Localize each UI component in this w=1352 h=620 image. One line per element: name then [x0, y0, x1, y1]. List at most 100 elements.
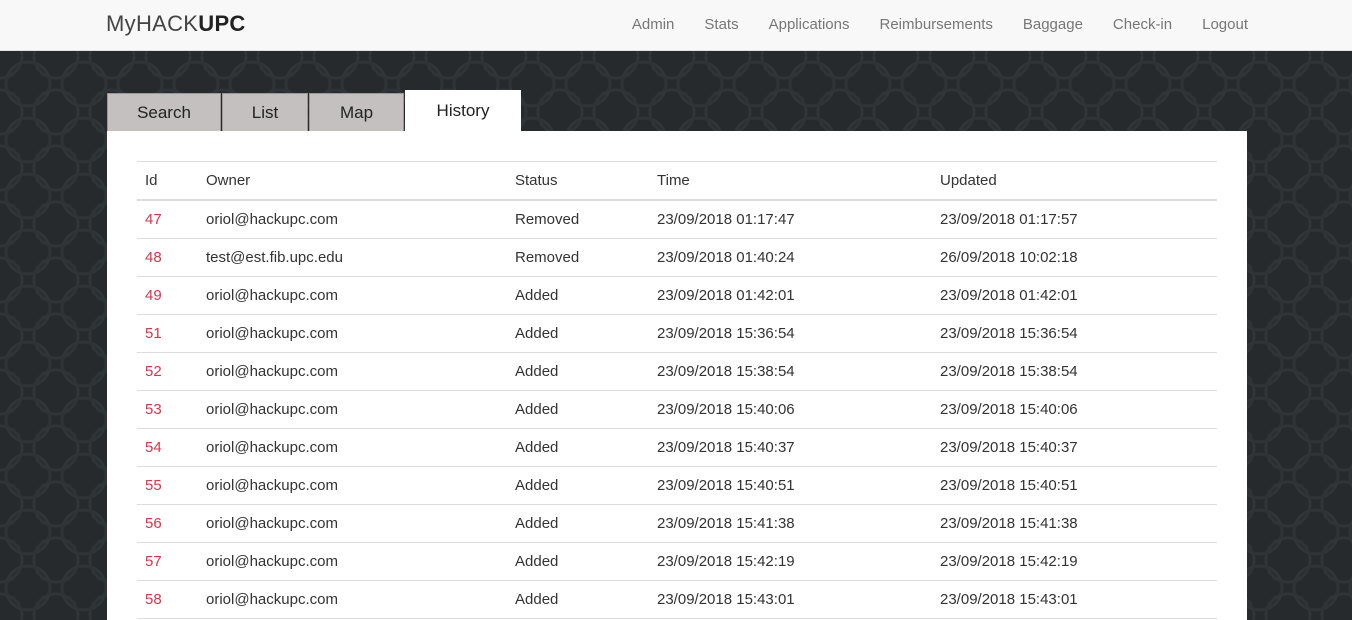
- cell-status: Removed: [507, 238, 649, 277]
- cell-id: 55: [137, 466, 198, 505]
- cell-updated: 23/09/2018 15:36:54: [932, 314, 1217, 353]
- table-row: 56 oriol@hackupc.com Added 23/09/2018 15:41…: [137, 504, 1217, 543]
- cell-time: 23/09/2018 15:40:51: [649, 466, 932, 505]
- cell-time: 23/09/2018 15:36:54: [649, 314, 932, 353]
- table-row: 58 oriol@hackupc.com Added 23/09/2018 15:43…: [137, 580, 1217, 619]
- cell-id: 47: [137, 200, 198, 239]
- history-table-body: 47 oriol@hackupc.com Removed 23/09/2018 01:…: [137, 200, 1217, 619]
- cell-owner: oriol@hackupc.com: [198, 390, 507, 429]
- history-table: Id Owner Status Time Updated 47 oriol@hac…: [137, 161, 1217, 619]
- cell-owner: oriol@hackupc.com: [198, 542, 507, 581]
- cell-id: 58: [137, 580, 198, 619]
- baggage-id-link[interactable]: 57: [145, 553, 162, 570]
- cell-updated: 23/09/2018 15:42:19: [932, 542, 1217, 581]
- cell-id: 52: [137, 352, 198, 391]
- cell-owner: oriol@hackupc.com: [198, 200, 507, 239]
- cell-status: Added: [507, 352, 649, 391]
- tab-search[interactable]: Search: [107, 93, 221, 131]
- table-row: 57 oriol@hackupc.com Added 23/09/2018 15:42…: [137, 542, 1217, 581]
- cell-id: 49: [137, 276, 198, 315]
- table-header-row: Id Owner Status Time Updated: [137, 161, 1217, 201]
- cell-updated: 23/09/2018 15:40:37: [932, 428, 1217, 467]
- table-row: 55 oriol@hackupc.com Added 23/09/2018 15:40…: [137, 466, 1217, 505]
- baggage-id-link[interactable]: 49: [145, 287, 162, 304]
- cell-id: 57: [137, 542, 198, 581]
- baggage-id-link[interactable]: 56: [145, 515, 162, 532]
- header-updated: Updated: [932, 161, 1217, 201]
- table-row: 54 oriol@hackupc.com Added 23/09/2018 15:40…: [137, 428, 1217, 467]
- baggage-id-link[interactable]: 54: [145, 439, 162, 456]
- cell-status: Added: [507, 504, 649, 543]
- baggage-id-link[interactable]: 48: [145, 249, 162, 266]
- tab-history[interactable]: History: [405, 90, 521, 131]
- cell-status: Added: [507, 466, 649, 505]
- cell-updated: 23/09/2018 01:42:01: [932, 276, 1217, 315]
- header-owner: Owner: [198, 161, 507, 201]
- nav-logout[interactable]: Logout: [1187, 0, 1248, 50]
- table-row: 49 oriol@hackupc.com Added 23/09/2018 01:42…: [137, 276, 1217, 315]
- table-row: 51 oriol@hackupc.com Added 23/09/2018 15:36…: [137, 314, 1217, 353]
- baggage-id-link[interactable]: 47: [145, 211, 162, 228]
- cell-time: 23/09/2018 15:43:01: [649, 580, 932, 619]
- cell-status: Added: [507, 542, 649, 581]
- cell-updated: 23/09/2018 15:41:38: [932, 504, 1217, 543]
- cell-status: Added: [507, 390, 649, 429]
- baggage-tabs: Search List Map History: [107, 90, 522, 131]
- cell-owner: oriol@hackupc.com: [198, 466, 507, 505]
- nav-applications[interactable]: Applications: [754, 0, 865, 50]
- header-id: Id: [137, 161, 198, 201]
- cell-updated: 23/09/2018 15:38:54: [932, 352, 1217, 391]
- baggage-id-link[interactable]: 58: [145, 591, 162, 608]
- baggage-id-link[interactable]: 52: [145, 363, 162, 380]
- cell-id: 56: [137, 504, 198, 543]
- tab-map[interactable]: Map: [309, 93, 404, 131]
- nav-stats[interactable]: Stats: [689, 0, 753, 50]
- cell-updated: 23/09/2018 15:40:06: [932, 390, 1217, 429]
- nav-admin[interactable]: Admin: [617, 0, 690, 50]
- cell-time: 23/09/2018 15:38:54: [649, 352, 932, 391]
- cell-time: 23/09/2018 15:40:37: [649, 428, 932, 467]
- tab-list[interactable]: List: [222, 93, 308, 131]
- cell-status: Added: [507, 314, 649, 353]
- nav-reimbursements[interactable]: Reimbursements: [864, 0, 1007, 50]
- cell-time: 23/09/2018 15:42:19: [649, 542, 932, 581]
- header-status: Status: [507, 161, 649, 201]
- cell-owner: oriol@hackupc.com: [198, 352, 507, 391]
- header-time: Time: [649, 161, 932, 201]
- cell-status: Removed: [507, 200, 649, 239]
- cell-updated: 23/09/2018 01:17:57: [932, 200, 1217, 239]
- baggage-id-link[interactable]: 53: [145, 401, 162, 418]
- history-panel: Id Owner Status Time Updated 47 oriol@hac…: [107, 131, 1247, 620]
- cell-owner: test@est.fib.upc.edu: [198, 238, 507, 277]
- cell-id: 48: [137, 238, 198, 277]
- top-navbar: MyHACKUPC Admin Stats Applications Reimb…: [0, 0, 1352, 51]
- cell-id: 54: [137, 428, 198, 467]
- cell-time: 23/09/2018 01:42:01: [649, 276, 932, 315]
- table-row: 52 oriol@hackupc.com Added 23/09/2018 15:38…: [137, 352, 1217, 391]
- brand-logo[interactable]: MyHACKUPC: [106, 11, 246, 37]
- cell-owner: oriol@hackupc.com: [198, 428, 507, 467]
- cell-owner: oriol@hackupc.com: [198, 276, 507, 315]
- cell-owner: oriol@hackupc.com: [198, 504, 507, 543]
- cell-time: 23/09/2018 15:40:06: [649, 390, 932, 429]
- brand-suffix: UPC: [198, 11, 246, 36]
- nav-baggage[interactable]: Baggage: [1008, 0, 1098, 50]
- table-row: 48 test@est.fib.upc.edu Removed 23/09/2018 …: [137, 238, 1217, 277]
- baggage-id-link[interactable]: 55: [145, 477, 162, 494]
- cell-updated: 26/09/2018 10:02:18: [932, 238, 1217, 277]
- cell-updated: 23/09/2018 15:43:01: [932, 580, 1217, 619]
- brand-middle: HACK: [135, 11, 199, 36]
- cell-time: 23/09/2018 01:40:24: [649, 238, 932, 277]
- table-row: 53 oriol@hackupc.com Added 23/09/2018 15:40…: [137, 390, 1217, 429]
- cell-owner: oriol@hackupc.com: [198, 580, 507, 619]
- table-row: 47 oriol@hackupc.com Removed 23/09/2018 01:…: [137, 200, 1217, 239]
- baggage-id-link[interactable]: 51: [145, 325, 162, 342]
- cell-updated: 23/09/2018 15:40:51: [932, 466, 1217, 505]
- cell-status: Added: [507, 428, 649, 467]
- cell-status: Added: [507, 580, 649, 619]
- cell-time: 23/09/2018 01:17:47: [649, 200, 932, 239]
- nav-check-in[interactable]: Check-in: [1098, 0, 1187, 50]
- cell-id: 51: [137, 314, 198, 353]
- cell-id: 53: [137, 390, 198, 429]
- brand-prefix: My: [106, 11, 136, 36]
